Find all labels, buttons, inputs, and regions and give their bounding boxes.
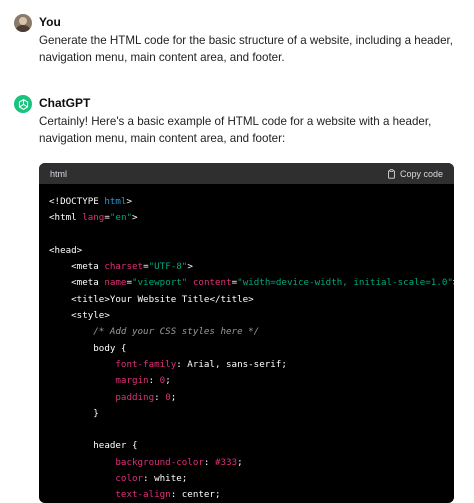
user-message-text: Generate the HTML code for the basic str… (39, 34, 453, 64)
user-avatar (14, 14, 32, 32)
code-line: color: white; (49, 473, 188, 485)
copy-code-label: Copy code (399, 168, 443, 179)
openai-logo-icon (14, 95, 32, 113)
user-message: You Generate the HTML code for the basic… (14, 14, 464, 74)
code-line: <meta name="viewport" content="width=dev… (49, 277, 454, 289)
user-author-name: You (39, 15, 61, 29)
code-line: background-color: #333; (49, 456, 243, 468)
assistant-message-text: Certainly! Here's a basic example of HTM… (39, 115, 432, 145)
code-line: header { (49, 440, 138, 452)
assistant-message: ChatGPT Certainly! Here's a basic exampl… (14, 95, 464, 155)
copy-code-button[interactable]: Copy code (387, 169, 443, 179)
code-line: text-align: center; (49, 489, 221, 501)
clipboard-icon (388, 168, 395, 179)
code-language-label: html (50, 168, 68, 179)
code-line: <meta charset="UTF-8"> (49, 261, 193, 273)
code-line: <html lang="en"> (49, 212, 138, 224)
code-line: <!DOCTYPE html> (49, 196, 133, 207)
code-line: margin: 0; (49, 375, 171, 387)
code-line: <head> (49, 244, 83, 256)
code-content: <!DOCTYPE html> <html lang="en"> <head> <m… (39, 184, 454, 503)
code-line: <title>Your Website Title</title> (49, 293, 254, 305)
code-block-header: html Copy code (39, 163, 454, 184)
code-line: } (49, 407, 99, 419)
code-line: <style> (49, 310, 110, 322)
code-line: /* Add your CSS styles here */ (49, 326, 260, 338)
code-line: padding: 0; (49, 391, 177, 403)
code-line: body { (49, 342, 127, 354)
code-line: font-family: Arial, sans-serif; (49, 358, 287, 370)
assistant-author-name: ChatGPT (39, 96, 91, 110)
code-block: html Copy code <!DOCTYPE html> <html lang… (39, 163, 454, 503)
